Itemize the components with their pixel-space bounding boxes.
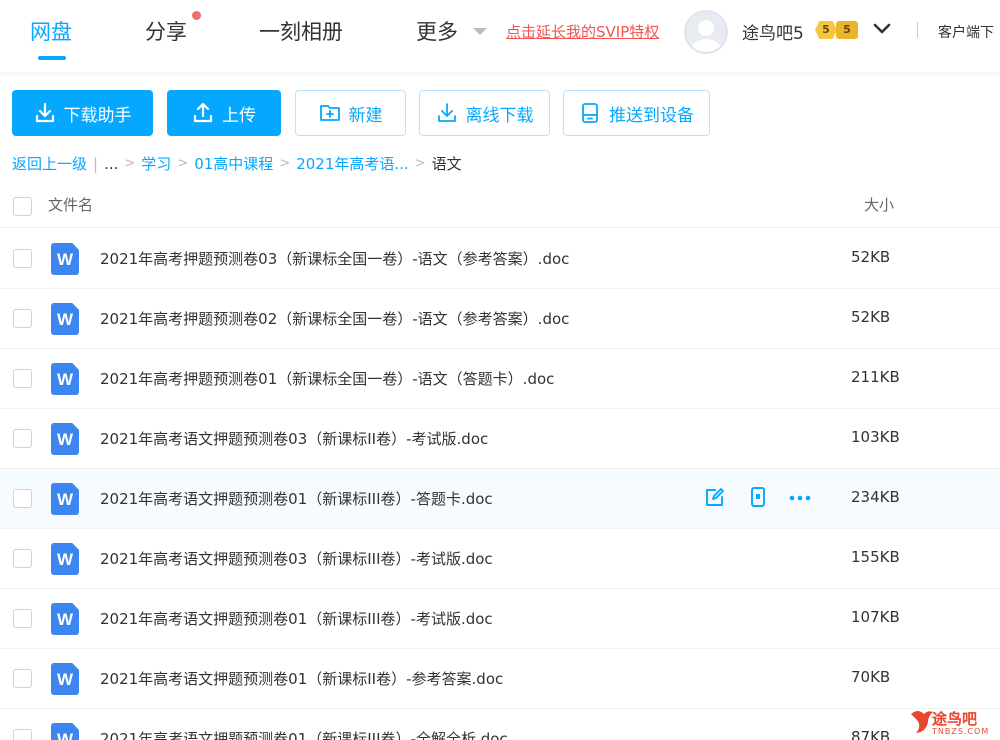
offline-download-label: 离线下载 — [465, 105, 534, 126]
table-row[interactable]: W 2021年高考语文押题预测卷01（新课标II卷）-参考答案.doc 70KB — [0, 649, 1000, 709]
table-row[interactable]: W 2021年高考押题预测卷01（新课标全国一卷）-语文（答题卡）.doc 211K… — [0, 349, 1000, 409]
download-helper-label: 下载助手 — [63, 105, 132, 126]
svip-renew-link[interactable]: 点击延长我的SVIP特权 — [506, 21, 659, 42]
breadcrumb-current: 语文 — [431, 155, 462, 173]
file-size: 107KB — [851, 608, 900, 626]
table-row[interactable]: W 2021年高考语文押题预测卷03（新课标II卷）-考试版.doc 103KB — [0, 409, 1000, 469]
tab-more[interactable]: 更多 — [416, 16, 458, 46]
device-icon — [582, 103, 598, 123]
file-size: 87KB — [851, 728, 891, 740]
file-size: 234KB — [851, 488, 900, 506]
download-helper-button[interactable]: 下载助手 — [12, 90, 153, 136]
word-doc-icon: W — [51, 603, 79, 635]
offline-download-button[interactable]: 离线下载 — [419, 90, 550, 136]
offline-download-icon — [437, 103, 456, 122]
file-name[interactable]: 2021年高考语文押题预测卷01（新课标III卷）-答题卡.doc — [100, 488, 493, 509]
vip-badge: 5 — [815, 21, 837, 39]
file-size: 155KB — [851, 548, 900, 566]
active-tab-indicator — [38, 56, 66, 60]
row-checkbox[interactable] — [13, 309, 32, 328]
table-row[interactable]: W 2021年高考语文押题预测卷01（新课标III卷）-全解全析.doc 87KB — [0, 709, 1000, 740]
tab-netdisk[interactable]: 网盘 — [30, 16, 72, 46]
table-row[interactable]: W 2021年高考语文押题预测卷01（新课标III卷）-考试版.doc 107KB — [0, 589, 1000, 649]
file-name[interactable]: 2021年高考语文押题预测卷03（新课标II卷）-考试版.doc — [100, 428, 488, 449]
breadcrumb-divider: | — [93, 154, 99, 173]
user-avatar-icon — [691, 20, 721, 52]
new-folder-icon — [319, 105, 340, 121]
row-checkbox[interactable] — [13, 729, 32, 740]
chevron-right-icon: > — [124, 156, 136, 171]
breadcrumb-item-2021[interactable]: 2021年高考语... — [296, 153, 408, 174]
tab-share[interactable]: 分享 — [145, 16, 187, 46]
word-doc-icon: W — [51, 543, 79, 575]
word-doc-icon: W — [51, 303, 79, 335]
table-row[interactable]: W 2021年高考语文押题预测卷03（新课标III卷）-考试版.doc 155KB — [0, 529, 1000, 589]
upload-label: 上传 — [222, 105, 256, 126]
new-label: 新建 — [348, 105, 383, 126]
file-size: 52KB — [851, 248, 891, 266]
breadcrumb-back[interactable]: 返回上一级 — [12, 153, 87, 174]
row-checkbox[interactable] — [13, 369, 32, 388]
caret-down-icon[interactable] — [473, 28, 487, 35]
table-row[interactable]: W 2021年高考押题预测卷02（新课标全国一卷）-语文（参考答案）.doc 52K… — [0, 289, 1000, 349]
breadcrumb-item-study[interactable]: 学习 — [141, 153, 171, 174]
tab-photo-album[interactable]: 一刻相册 — [259, 16, 343, 46]
word-doc-icon: W — [51, 483, 79, 515]
file-name[interactable]: 2021年高考语文押题预测卷01（新课标II卷）-参考答案.doc — [100, 668, 503, 689]
upload-button[interactable]: 上传 — [167, 90, 281, 136]
word-doc-icon: W — [51, 663, 79, 695]
chevron-right-icon: > — [279, 156, 291, 171]
file-name[interactable]: 2021年高考押题预测卷01（新课标全国一卷）-语文（答题卡）.doc — [100, 368, 554, 389]
row-checkbox[interactable] — [13, 429, 32, 448]
table-row[interactable]: W 2021年高考押题预测卷03（新课标全国一卷）-语文（参考答案）.doc 52K… — [0, 229, 1000, 289]
svip-level-badge: 5 — [836, 21, 858, 39]
file-size: 70KB — [851, 668, 891, 686]
edit-icon[interactable] — [704, 486, 726, 508]
notification-dot — [192, 11, 201, 20]
upload-icon — [193, 102, 213, 123]
word-doc-icon: W — [51, 363, 79, 395]
row-checkbox[interactable] — [13, 609, 32, 628]
file-name[interactable]: 2021年高考语文押题预测卷01（新课标III卷）-全解全析.doc — [100, 728, 508, 740]
file-name[interactable]: 2021年高考押题预测卷02（新课标全国一卷）-语文（参考答案）.doc — [100, 308, 569, 329]
username[interactable]: 途鸟吧5 — [742, 19, 804, 44]
breadcrumb-item-highschool[interactable]: 01高中课程 — [194, 153, 273, 174]
select-all-checkbox[interactable] — [13, 197, 32, 216]
new-folder-button[interactable]: 新建 — [295, 90, 406, 136]
file-list-header: 文件名 大小 — [0, 184, 1000, 228]
chevron-right-icon: > — [414, 156, 426, 171]
chevron-right-icon: > — [177, 156, 189, 171]
row-checkbox[interactable] — [13, 489, 32, 508]
word-doc-icon: W — [51, 723, 79, 740]
more-options-icon[interactable] — [788, 486, 812, 508]
watermark-text: 途鸟吧 — [932, 710, 978, 728]
file-size: 211KB — [851, 368, 900, 386]
row-checkbox[interactable] — [13, 549, 32, 568]
avatar[interactable] — [684, 10, 728, 54]
file-name[interactable]: 2021年高考语文押题预测卷01（新课标III卷）-考试版.doc — [100, 608, 493, 629]
row-checkbox[interactable] — [13, 669, 32, 688]
nav-divider — [917, 22, 918, 38]
push-to-device-button[interactable]: 推送到设备 — [563, 90, 710, 136]
download-icon — [35, 102, 54, 123]
file-name[interactable]: 2021年高考押题预测卷03（新课标全国一卷）-语文（参考答案）.doc — [100, 248, 569, 269]
watermark-logo: 途鸟吧 TNBZS.COM — [906, 704, 1000, 740]
breadcrumb-ellipsis[interactable]: ... — [104, 155, 118, 173]
word-doc-icon: W — [51, 243, 79, 275]
column-header-name[interactable]: 文件名 — [48, 194, 93, 215]
word-doc-icon: W — [51, 423, 79, 455]
file-size: 52KB — [851, 308, 891, 326]
watermark-sub: TNBZS.COM — [932, 727, 990, 736]
column-header-size[interactable]: 大小 — [864, 194, 894, 215]
table-row[interactable]: W 2021年高考语文押题预测卷01（新课标III卷）-答题卡.doc 234KB — [0, 469, 1000, 529]
file-name[interactable]: 2021年高考语文押题预测卷03（新课标III卷）-考试版.doc — [100, 548, 493, 569]
file-size: 103KB — [851, 428, 900, 446]
push-device-icon[interactable] — [747, 486, 769, 508]
row-checkbox[interactable] — [13, 249, 32, 268]
client-download-link[interactable]: 客户端下 — [938, 22, 1000, 42]
push-to-device-label: 推送到设备 — [609, 105, 694, 126]
breadcrumb: 返回上一级 | ... > 学习 > 01高中课程 > 2021年高考语... … — [12, 153, 462, 174]
top-nav: 网盘 分享 一刻相册 更多 点击延长我的SVIP特权 途鸟吧5 5 5 客户端下 — [0, 0, 1000, 72]
chevron-down-icon[interactable] — [872, 20, 892, 38]
